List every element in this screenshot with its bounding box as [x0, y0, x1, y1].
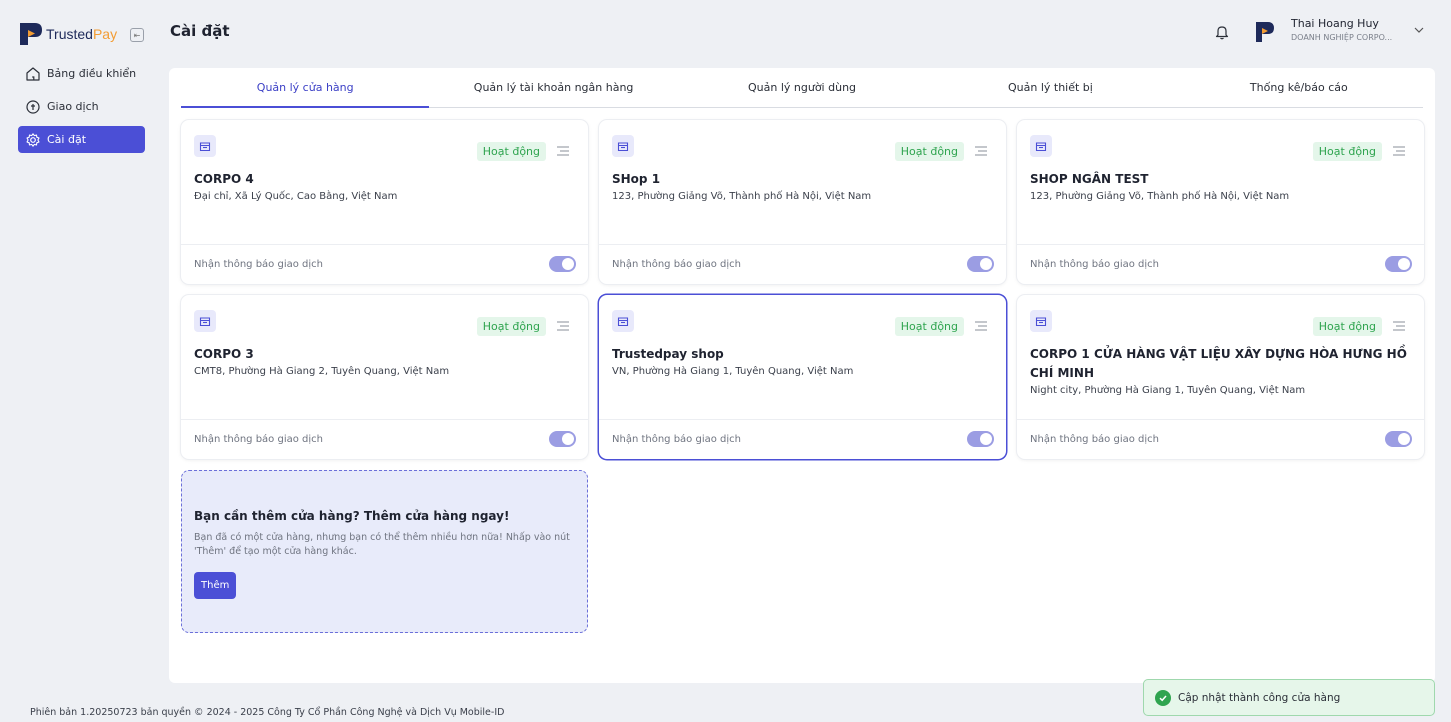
- notification-label: Nhận thông báo giao dịch: [194, 434, 323, 445]
- home-icon: [26, 66, 40, 81]
- sidebar-item-transactions[interactable]: Giao dịch: [18, 93, 145, 120]
- menu-icon[interactable]: [1392, 321, 1406, 331]
- logo-icon: [20, 23, 42, 45]
- notification-toggle[interactable]: [1385, 431, 1412, 447]
- status-badge: Hoạt động: [894, 142, 964, 161]
- sidebar-item-label: Cài đặt: [47, 133, 87, 146]
- avatar[interactable]: [1253, 20, 1277, 44]
- store-name: SHOP NGÂN TEST: [1030, 172, 1149, 186]
- status-badge: Hoạt động: [1312, 317, 1382, 336]
- sidebar-item-label: Bảng điều khiển: [47, 67, 137, 80]
- gear-icon: [26, 132, 40, 147]
- store-card[interactable]: Hoạt động CORPO 3 CMT8, Phường Hà Giang …: [181, 295, 588, 459]
- menu-icon[interactable]: [556, 146, 570, 156]
- store-icon: [612, 310, 634, 332]
- store-name: CORPO 4: [194, 172, 254, 186]
- divider: [181, 419, 588, 420]
- check-circle-icon: [1155, 689, 1171, 706]
- store-card[interactable]: Hoạt động SHop 1 123, Phường Giảng Võ, T…: [599, 120, 1006, 284]
- store-address: 123, Phường Giảng Võ, Thành phố Hà Nội, …: [612, 191, 872, 202]
- store-address: 123, Phường Giảng Võ, Thành phố Hà Nội, …: [1030, 191, 1290, 202]
- store-card[interactable]: Hoạt động CORPO 1 CỬA HÀNG VẬT LIỆU XÂY …: [1017, 295, 1424, 459]
- menu-icon[interactable]: [1392, 146, 1406, 156]
- notification-toggle[interactable]: [967, 431, 994, 447]
- store-icon: [1030, 310, 1052, 332]
- store-icon: [1030, 135, 1052, 157]
- tab-user-management[interactable]: Quản lý người dùng: [678, 68, 926, 107]
- notification-label: Nhận thông báo giao dịch: [1030, 259, 1159, 270]
- sidebar-item-settings[interactable]: Cài đặt: [18, 126, 145, 153]
- tab-bank-account-management[interactable]: Quản lý tài khoản ngân hàng: [429, 68, 677, 107]
- add-store-title: Bạn cần thêm cửa hàng? Thêm cửa hàng nga…: [194, 509, 510, 523]
- header: Cài đặt Thai Hoang Huy DOANH NGHIỆP CORP…: [157, 0, 1451, 62]
- menu-icon[interactable]: [974, 321, 988, 331]
- store-name: SHop 1: [612, 172, 661, 186]
- add-store-card: Bạn cần thêm cửa hàng? Thêm cửa hàng nga…: [181, 470, 588, 633]
- store-card[interactable]: Hoạt động SHOP NGÂN TEST 123, Phường Giả…: [1017, 120, 1424, 284]
- success-toast: Cập nhật thành công cửa hàng: [1143, 679, 1435, 716]
- sidebar-item-label: Giao dịch: [47, 100, 99, 113]
- notification-label: Nhận thông báo giao dịch: [612, 259, 741, 270]
- divider: [599, 244, 1006, 245]
- store-card[interactable]: Hoạt động Trustedpay shop VN, Phường Hà …: [599, 295, 1006, 459]
- notification-toggle[interactable]: [549, 431, 576, 447]
- user-organization: DOANH NGHIỆP CORPO...: [1291, 33, 1393, 42]
- sidebar-nav: Bảng điều khiển Giao dịch Cài đặt: [18, 60, 145, 159]
- store-address: Đại chỉ, Xã Lý Quốc, Cao Bằng, Việt Nam: [194, 191, 398, 202]
- status-badge: Hoạt động: [476, 317, 546, 336]
- tab-store-management[interactable]: Quản lý cửa hàng: [181, 68, 430, 108]
- store-icon: [194, 135, 216, 157]
- toast-message: Cập nhật thành công cửa hàng: [1178, 691, 1341, 704]
- notification-bell-icon[interactable]: [1215, 24, 1229, 40]
- store-icon: [612, 135, 634, 157]
- page-title: Cài đặt: [170, 22, 230, 40]
- add-store-description: Bạn đã có một cửa hàng, nhưng bạn có thể…: [194, 532, 570, 557]
- notification-toggle[interactable]: [549, 256, 576, 272]
- logo-text-pay: Pay: [92, 26, 118, 42]
- sidebar: TrustedPay ⇤ Bảng điều khiển Giao dịch C…: [0, 0, 157, 722]
- logo-text-trusted: Trusted: [46, 26, 93, 42]
- tab-device-management[interactable]: Quản lý thiết bị: [926, 68, 1174, 107]
- store-name: CORPO 3: [194, 347, 254, 361]
- status-badge: Hoạt động: [476, 142, 546, 161]
- notification-label: Nhận thông báo giao dịch: [194, 259, 323, 270]
- app-logo[interactable]: TrustedPay: [18, 20, 117, 48]
- notification-toggle[interactable]: [1385, 256, 1412, 272]
- chevron-down-icon[interactable]: [1414, 26, 1424, 34]
- collapse-sidebar-icon[interactable]: ⇤: [130, 28, 144, 42]
- settings-tabs: Quản lý cửa hàng Quản lý tài khoản ngân …: [181, 68, 1423, 108]
- transaction-icon: [26, 99, 40, 114]
- main-panel: Quản lý cửa hàng Quản lý tài khoản ngân …: [169, 68, 1435, 683]
- menu-icon[interactable]: [974, 146, 988, 156]
- status-badge: Hoạt động: [1312, 142, 1382, 161]
- notification-label: Nhận thông báo giao dịch: [612, 434, 741, 445]
- notification-label: Nhận thông báo giao dịch: [1030, 434, 1159, 445]
- store-address: VN, Phường Hà Giang 1, Tuyên Quang, Việt…: [612, 366, 854, 377]
- store-card[interactable]: Hoạt động CORPO 4 Đại chỉ, Xã Lý Quốc, C…: [181, 120, 588, 284]
- divider: [181, 244, 588, 245]
- menu-icon[interactable]: [556, 321, 570, 331]
- status-badge: Hoạt động: [894, 317, 964, 336]
- store-icon: [194, 310, 216, 332]
- divider: [599, 419, 1006, 420]
- divider: [1017, 419, 1424, 420]
- add-store-button[interactable]: Thêm: [194, 572, 237, 599]
- store-address: CMT8, Phường Hà Giang 2, Tuyên Quang, Vi…: [194, 366, 450, 377]
- store-name: CORPO 1 CỬA HÀNG VẬT LIỆU XÂY DỰNG HÒA H…: [1030, 347, 1407, 380]
- notification-toggle[interactable]: [967, 256, 994, 272]
- tab-statistics-reports[interactable]: Thống kê/báo cáo: [1175, 68, 1423, 107]
- footer-copyright: Phiên bản 1.20250723 bản quyền © 2024 - …: [30, 707, 505, 718]
- user-name[interactable]: Thai Hoang Huy: [1291, 17, 1379, 30]
- store-address: Night city, Phường Hà Giang 1, Tuyên Qua…: [1030, 385, 1306, 396]
- sidebar-item-dashboard[interactable]: Bảng điều khiển: [18, 60, 145, 87]
- store-name: Trustedpay shop: [612, 347, 724, 361]
- divider: [1017, 244, 1424, 245]
